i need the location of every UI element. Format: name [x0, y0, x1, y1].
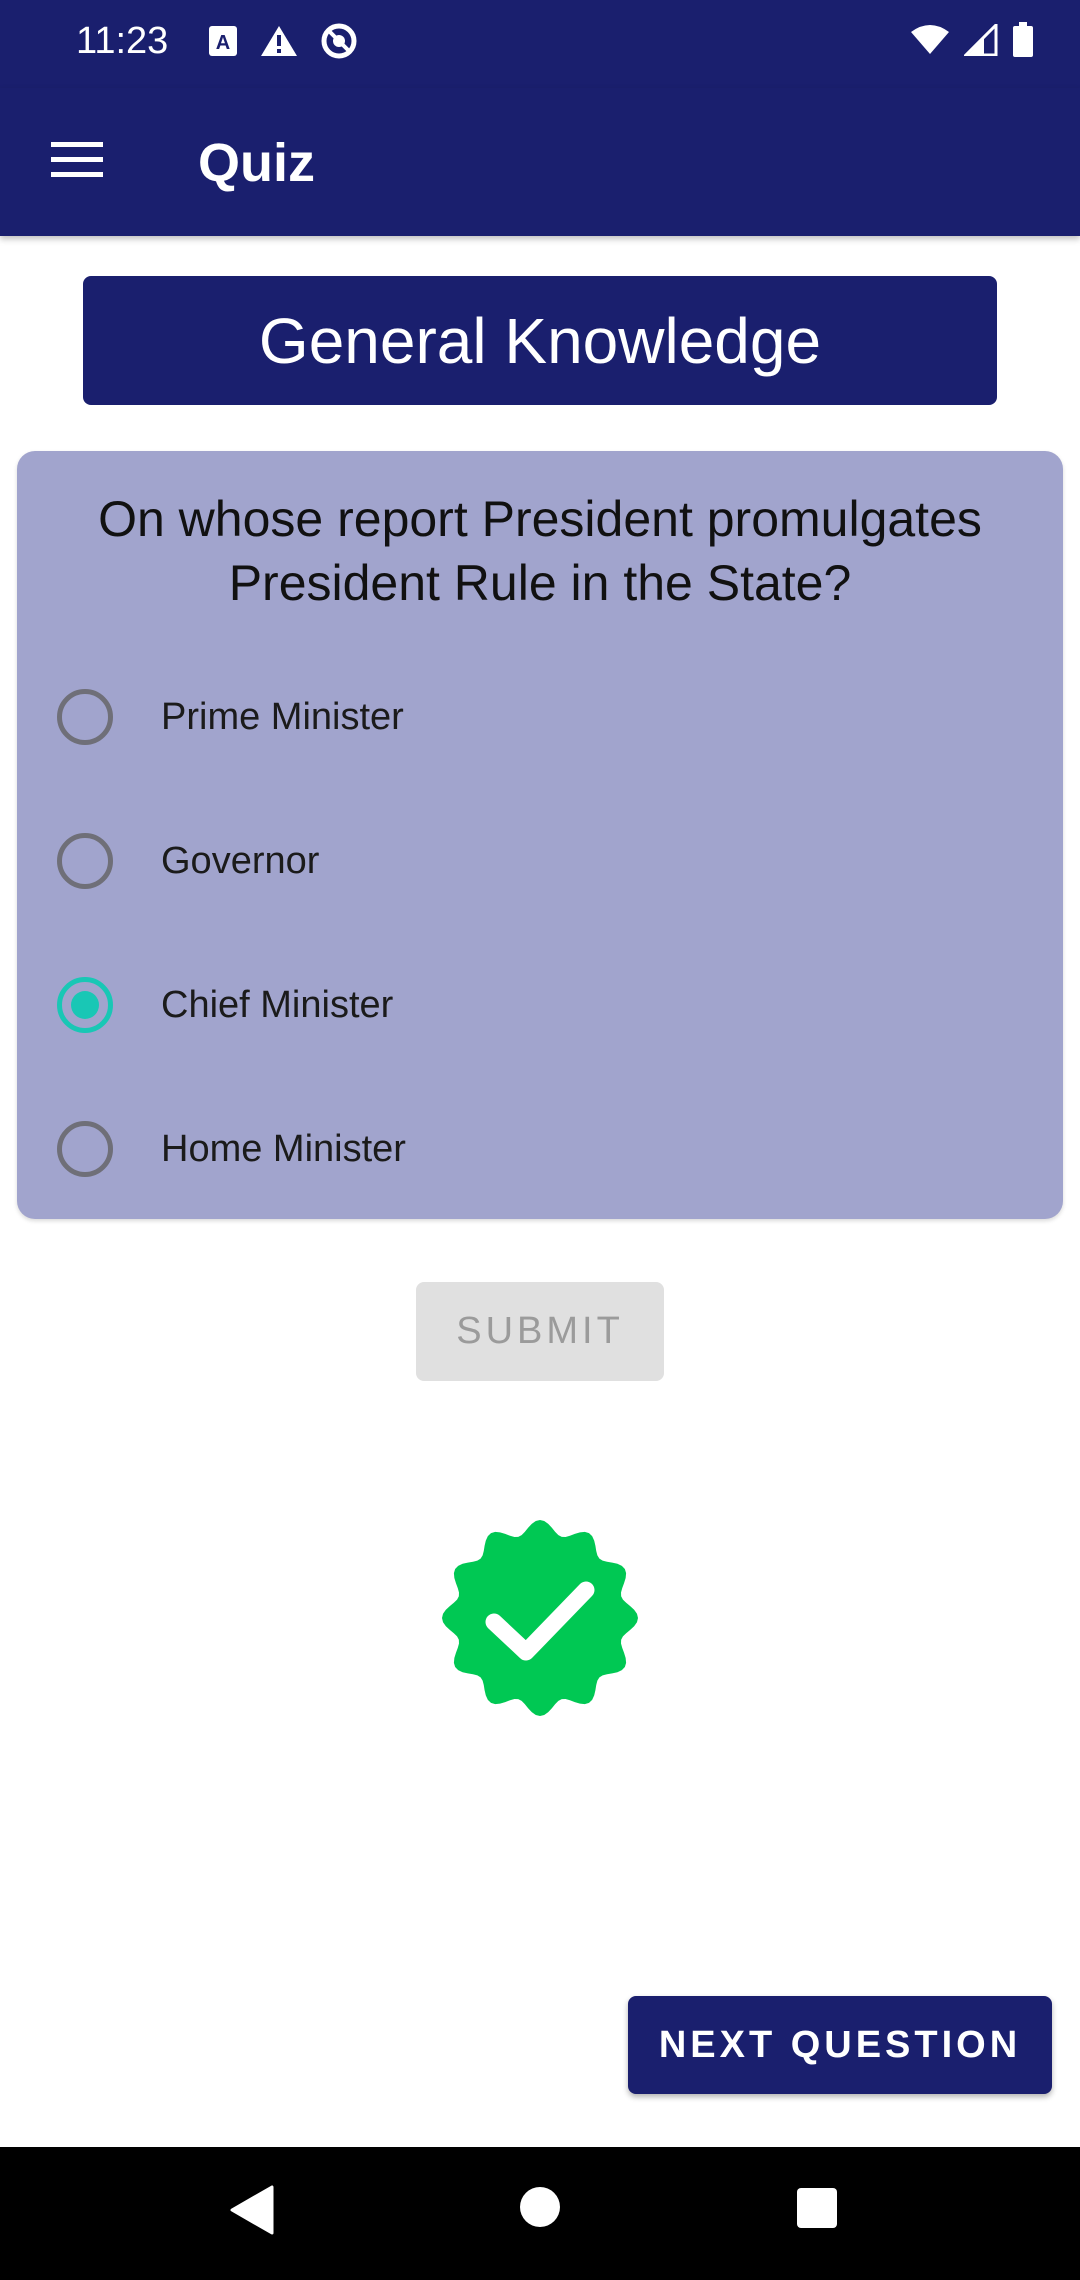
question-text: On whose report President promulgates Pr…: [98, 491, 982, 611]
radio-button[interactable]: [57, 833, 113, 889]
status-right-icons: [910, 21, 1034, 63]
option-home-minister[interactable]: Home Minister: [57, 1099, 1017, 1199]
submit-button[interactable]: SUBMIT: [416, 1282, 664, 1381]
radio-button[interactable]: [57, 689, 113, 745]
alert-triangle-icon: [260, 24, 298, 63]
radio-button[interactable]: [57, 1121, 113, 1177]
hamburger-menu-button[interactable]: [40, 132, 114, 192]
next-question-button[interactable]: NEXT QUESTION: [628, 1996, 1052, 2094]
radio-dot: [71, 991, 99, 1019]
option-label: Governor: [161, 839, 320, 882]
hamburger-menu-icon: [51, 141, 103, 183]
wifi-icon: [910, 24, 950, 61]
category-banner: General Knowledge: [83, 276, 997, 405]
status-bar: 11:23 A: [0, 0, 1080, 88]
question-card: On whose report President promulgates Pr…: [17, 451, 1063, 1219]
verified-check-badge-icon: [440, 1518, 640, 1718]
recents-square-icon[interactable]: [796, 2187, 838, 2234]
option-prime-minister[interactable]: Prime Minister: [57, 667, 1017, 767]
signal-icon: [962, 21, 998, 61]
home-circle-icon[interactable]: [518, 2185, 562, 2234]
option-chief-minister[interactable]: Chief Minister: [57, 955, 1017, 1055]
navigation-bar: [0, 2147, 1080, 2280]
app-bar: Quiz: [0, 88, 1080, 236]
status-left-icons: A: [208, 22, 358, 65]
status-time: 11:23: [76, 20, 169, 62]
radio-button-selected[interactable]: [57, 977, 113, 1033]
option-label: Home Minister: [161, 1127, 406, 1170]
option-label: Chief Minister: [161, 983, 394, 1026]
app-title: Quiz: [198, 133, 315, 193]
back-triangle-icon[interactable]: [230, 2185, 274, 2240]
svg-text:A: A: [216, 32, 230, 54]
battery-icon: [1012, 22, 1034, 63]
font-a-icon: A: [208, 25, 238, 62]
option-label: Prime Minister: [161, 695, 404, 738]
do-not-disturb-icon: [320, 22, 358, 65]
option-governor[interactable]: Governor: [57, 811, 1017, 911]
